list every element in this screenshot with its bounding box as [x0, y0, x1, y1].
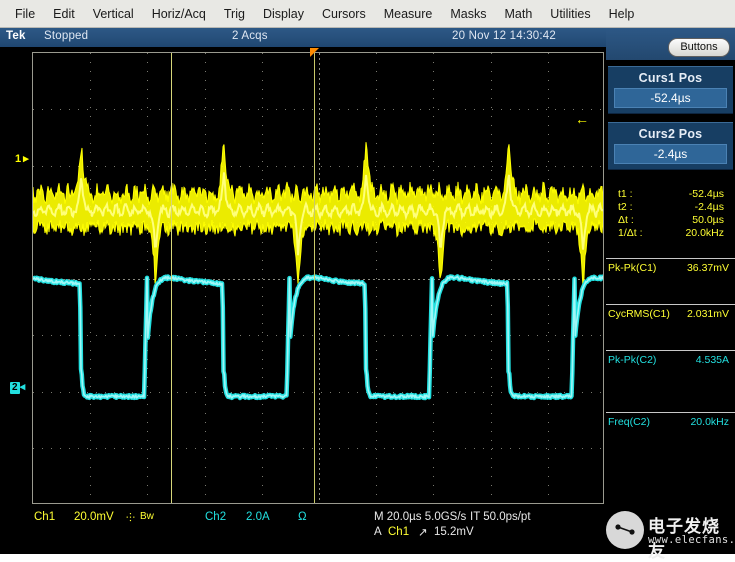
- measurement-value: 2.031mV: [687, 308, 729, 320]
- measurement-pkpk-c1[interactable]: Pk-Pk(C1) 36.37mV: [606, 258, 735, 304]
- readout-value-t1: -52.4µs: [650, 188, 724, 201]
- readout-label-t2: t2 :: [608, 201, 650, 214]
- oscilloscope-screen: File Edit Vertical Horiz/Acq Trig Displa…: [0, 0, 735, 554]
- cursor1-position-panel[interactable]: Curs1 Pos -52.4µs: [608, 66, 733, 114]
- buttons-toggle[interactable]: Buttons: [668, 38, 730, 57]
- trigger-level-arrow-icon[interactable]: ←: [575, 114, 589, 124]
- cursor1-value[interactable]: -52.4µs: [614, 88, 727, 108]
- menu-item-math[interactable]: Math: [496, 4, 542, 24]
- ch1-label[interactable]: Ch1: [34, 511, 55, 523]
- readout-value-delta-t: 50.0µs: [650, 214, 724, 227]
- menu-item-file[interactable]: File: [6, 4, 44, 24]
- menu-item-help[interactable]: Help: [600, 4, 644, 24]
- ch1-scale-value[interactable]: 20.0mV: [74, 511, 114, 523]
- watermark-logo: 电子发烧友 www.elecfans.com: [604, 505, 735, 554]
- measurement-label: Pk-Pk(C2): [608, 354, 656, 366]
- ch2-label[interactable]: Ch2: [205, 511, 226, 523]
- measurement-label: CycRMS(C1): [608, 308, 670, 320]
- menu-item-utilities[interactable]: Utilities: [541, 4, 599, 24]
- trigger-slope-icon: ↗: [418, 525, 428, 539]
- cursor-2-line[interactable]: [314, 53, 315, 503]
- measurement-value: 20.0kHz: [690, 416, 729, 428]
- trigger-level-value[interactable]: 15.2mV: [434, 526, 474, 538]
- cursor2-title: Curs2 Pos: [608, 123, 733, 141]
- datetime-label: 20 Nov 12 14:30:42: [452, 30, 556, 42]
- measurement-pkpk-c2[interactable]: Pk-Pk(C2) 4.535A: [606, 350, 735, 396]
- cursor1-title: Curs1 Pos: [608, 67, 733, 85]
- ch2-marker-arrow-icon: ◂: [20, 381, 26, 393]
- measurement-label: Pk-Pk(C1): [608, 262, 656, 274]
- ch1-marker-arrow-icon: ▸: [23, 152, 29, 165]
- ch2-marker-label: 2: [10, 382, 20, 394]
- menu-item-masks[interactable]: Masks: [441, 4, 495, 24]
- menu-item-horiz-acq[interactable]: Horiz/Acq: [143, 4, 215, 24]
- readout-row-t2: t2 : -2.4µs: [608, 201, 733, 214]
- menu-item-vertical[interactable]: Vertical: [84, 4, 143, 24]
- ch2-scale-value[interactable]: 2.0A: [246, 511, 270, 523]
- cursor2-position-panel[interactable]: Curs2 Pos -2.4µs: [608, 122, 733, 170]
- brand-label: Tek: [6, 30, 26, 42]
- horizontal-scale[interactable]: M 20.0µs 5.0GS/s: [374, 511, 466, 523]
- ch2-trace: [33, 276, 603, 398]
- menu-bar: File Edit Vertical Horiz/Acq Trig Displa…: [0, 0, 735, 28]
- ch2-impedance-icon: Ω: [298, 511, 307, 523]
- readout-value-inv-delta-t: 20.0kHz: [650, 227, 724, 240]
- interpolation-rate: IT 50.0ps/pt: [470, 511, 531, 523]
- readout-label-t1: t1 :: [608, 188, 650, 201]
- readout-label-delta-t: Δt :: [608, 214, 650, 227]
- measurement-cycrms-c1[interactable]: CycRMS(C1) 2.031mV: [606, 304, 735, 350]
- cursor2-value[interactable]: -2.4µs: [614, 144, 727, 164]
- readout-row-t1: t1 : -52.4µs: [608, 188, 733, 201]
- measurement-value: 36.37mV: [687, 262, 729, 274]
- ch2-position-marker[interactable]: 2◂: [10, 380, 25, 394]
- trigger-position-marker-icon[interactable]: [310, 48, 319, 57]
- menu-item-display[interactable]: Display: [254, 4, 313, 24]
- ch1-position-marker[interactable]: 1▸: [15, 152, 29, 165]
- watermark-text-url: www.elecfans.com: [648, 534, 735, 546]
- elecfans-mark-icon: [606, 511, 644, 549]
- elecfans-glyph-icon: [606, 511, 644, 549]
- readout-row-inv-delta-t: 1/Δt : 20.0kHz: [608, 227, 733, 240]
- waveform-traces: [33, 53, 603, 503]
- trigger-source-label[interactable]: Ch1: [388, 526, 409, 538]
- ch1-bandwidth-label: Bᴡ: [140, 511, 154, 522]
- ch1-marker-label: 1: [15, 153, 21, 165]
- measurement-freq-c2[interactable]: Freq(C2) 20.0kHz: [606, 412, 735, 458]
- ch1-trace: [33, 142, 603, 288]
- cursor-1-line[interactable]: [171, 53, 172, 503]
- waveform-graticule[interactable]: [32, 52, 604, 504]
- cursor-delta-readout: t1 : -52.4µs t2 : -2.4µs Δt : 50.0µs 1/Δ…: [608, 188, 733, 240]
- trigger-a-label: A: [374, 526, 382, 538]
- readout-row-delta-t: Δt : 50.0µs: [608, 214, 733, 227]
- acquisition-state[interactable]: Stopped: [44, 30, 88, 42]
- acquisition-count: 2 Acqs: [232, 30, 268, 42]
- readout-label-inv-delta-t: 1/Δt :: [608, 227, 650, 240]
- ch1-coupling-icon: ⸭: [126, 510, 135, 525]
- measurement-value: 4.535A: [696, 354, 729, 366]
- readout-value-t2: -2.4µs: [650, 201, 724, 214]
- menu-item-trig[interactable]: Trig: [215, 4, 254, 24]
- menu-item-cursors[interactable]: Cursors: [313, 4, 375, 24]
- menu-item-edit[interactable]: Edit: [44, 4, 84, 24]
- menu-item-measure[interactable]: Measure: [375, 4, 442, 24]
- measurement-label: Freq(C2): [608, 416, 650, 428]
